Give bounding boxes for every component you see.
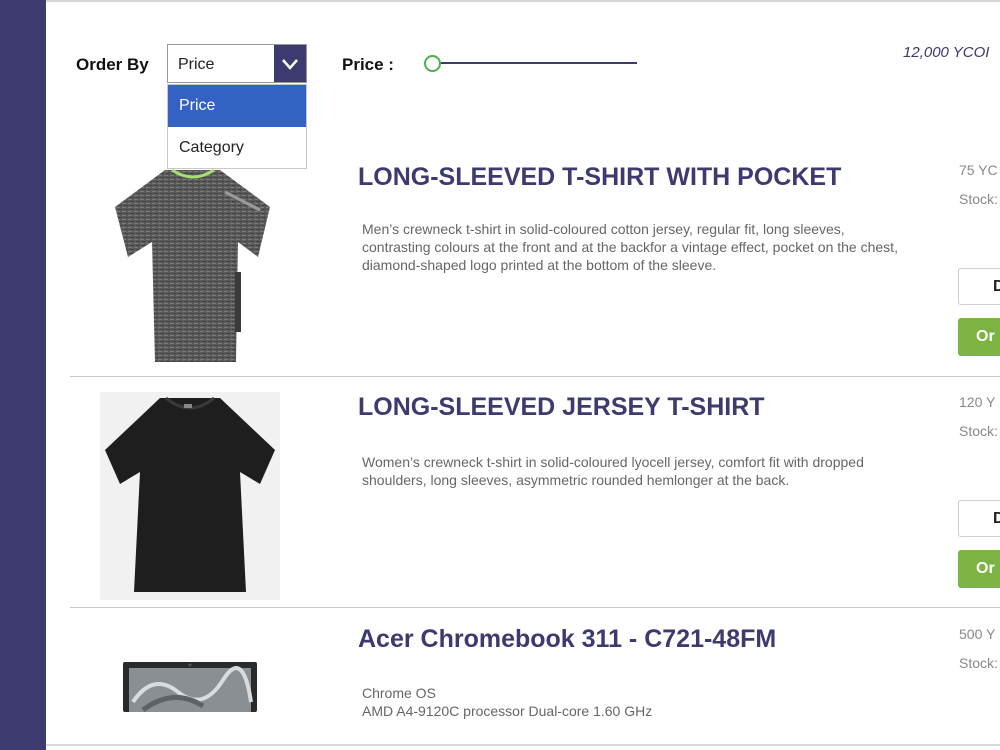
left-sidebar-rail bbox=[0, 0, 46, 750]
product-card: LONG-SLEEVED JERSEY T-SHIRT Women’s crew… bbox=[70, 376, 1000, 608]
product-title[interactable]: LONG-SLEEVED JERSEY T-SHIRT bbox=[358, 392, 765, 422]
price-slider-track[interactable] bbox=[440, 62, 637, 64]
product-stock: Stock: bbox=[959, 423, 998, 439]
price-slider-handle[interactable] bbox=[424, 55, 441, 72]
order-by-label: Order By bbox=[76, 55, 149, 74]
product-description: Men’s crewneck t-shirt in solid-coloured… bbox=[362, 221, 898, 273]
product-stock: Stock: bbox=[959, 191, 998, 207]
product-price: 120 Y bbox=[959, 394, 996, 410]
product-price: 500 Y bbox=[959, 626, 996, 642]
product-title[interactable]: Acer Chromebook 311 - C721-48FM bbox=[358, 624, 776, 654]
product-title[interactable]: LONG-SLEEVED T-SHIRT WITH POCKET bbox=[358, 162, 878, 192]
product-spec-line: AMD A4-9120C processor Dual-core 1.60 GH… bbox=[362, 703, 653, 719]
product-stock: Stock: bbox=[959, 655, 998, 671]
order-by-dropdown-toggle[interactable] bbox=[274, 45, 306, 82]
order-button[interactable]: Or bbox=[958, 318, 1000, 356]
product-spec-line: Chrome OS bbox=[362, 685, 436, 701]
product-price: 75 YC bbox=[959, 162, 998, 178]
product-card: LONG-SLEEVED T-SHIRT WITH POCKET Men’s c… bbox=[70, 140, 1000, 377]
order-by-selected-value: Price bbox=[178, 56, 215, 73]
product-description: Women’s crewneck t-shirt in solid-colour… bbox=[362, 454, 864, 488]
product-description: Chrome OS AMD A4-9120C processor Dual-co… bbox=[362, 684, 902, 720]
details-button[interactable]: D bbox=[958, 500, 1000, 537]
coin-balance: 12,000 YCOI bbox=[903, 44, 990, 61]
top-border bbox=[46, 0, 1000, 2]
bottom-border bbox=[46, 744, 1000, 746]
product-image-laptop[interactable] bbox=[123, 662, 257, 712]
product-image-black-tshirt[interactable] bbox=[100, 392, 280, 600]
price-filter-label: Price : bbox=[342, 55, 394, 74]
dropdown-option-price[interactable]: Price bbox=[168, 85, 306, 127]
chevron-down-icon bbox=[282, 59, 298, 70]
product-image-grey-tshirt[interactable] bbox=[110, 162, 275, 367]
details-button[interactable]: D bbox=[958, 268, 1000, 305]
order-button[interactable]: Or bbox=[958, 550, 1000, 588]
product-card: Acer Chromebook 311 - C721-48FM Chrome O… bbox=[70, 607, 1000, 747]
order-by-select[interactable]: Price bbox=[167, 44, 307, 83]
